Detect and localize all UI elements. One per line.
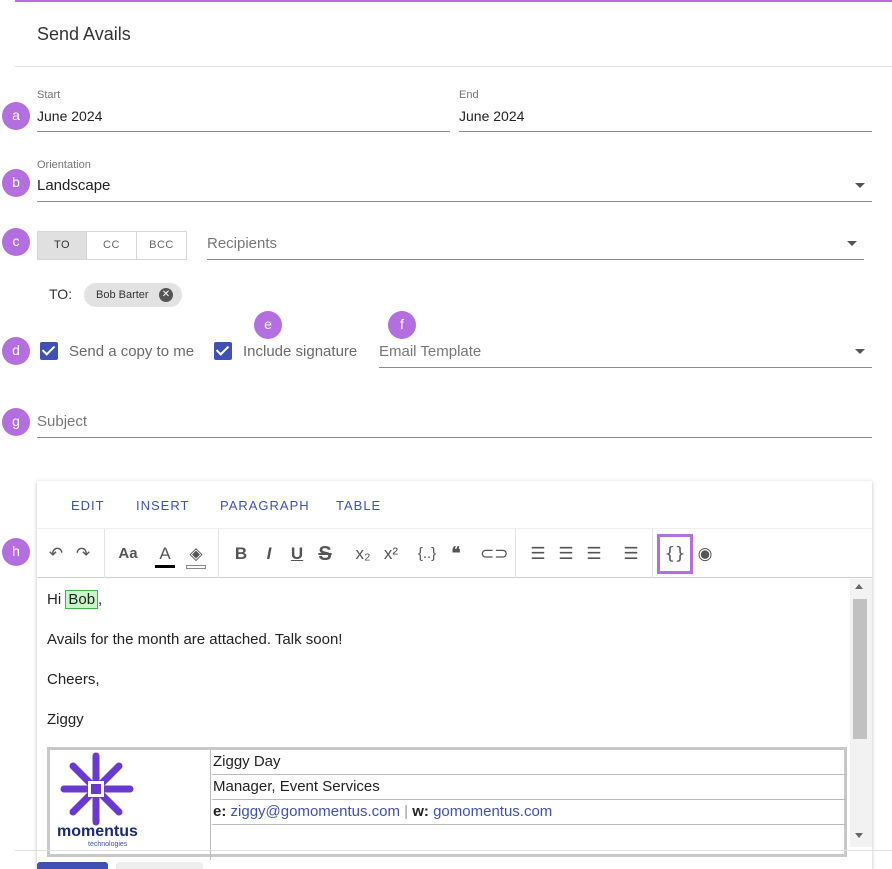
recipient-type-cc[interactable]: CC xyxy=(86,231,137,260)
scroll-down-icon[interactable] xyxy=(855,833,863,838)
font-size-icon[interactable]: Aa xyxy=(115,541,141,567)
signature-title: Manager, Event Services xyxy=(212,775,847,800)
superscript-icon[interactable]: x² xyxy=(379,541,403,567)
cancel-button[interactable] xyxy=(116,862,203,869)
editor-toolbar: ↶ ↷ Aa A ◈ B I U S x₂ x² {..} ❝ ⊂⊃ ☰ ☰ ☰… xyxy=(37,528,872,578)
code-block-icon[interactable]: {..} xyxy=(413,541,441,567)
orientation-underline xyxy=(37,201,872,202)
include-signature-checkbox[interactable] xyxy=(214,342,232,360)
marker-h: h xyxy=(2,538,30,566)
email-label: e: xyxy=(213,803,227,820)
underline-icon[interactable]: U xyxy=(287,541,307,567)
highlight-color-icon[interactable]: ◈ xyxy=(184,541,208,569)
marker-a: a xyxy=(2,102,30,130)
end-underline xyxy=(459,131,872,132)
align-right-icon[interactable]: ☰ xyxy=(583,541,605,567)
recipient-chip: Bob Barter ✕ xyxy=(84,283,182,307)
recipient-chip-label: Bob Barter xyxy=(96,289,149,301)
orientation-dropdown-icon[interactable] xyxy=(855,183,865,188)
to-label: TO: xyxy=(49,286,73,302)
body-line-4: Ziggy xyxy=(47,711,84,728)
send-button[interactable] xyxy=(37,862,108,869)
rich-text-editor: EDIT INSERT PARAGRAPH TABLE ↶ ↷ Aa A ◈ B… xyxy=(37,481,872,869)
redo-icon[interactable]: ↷ xyxy=(72,541,94,567)
blockquote-icon[interactable]: ❝ xyxy=(445,541,467,567)
toolbar-divider xyxy=(104,529,105,578)
start-value[interactable]: June 2024 xyxy=(37,108,102,124)
logo-subtext: technologies xyxy=(88,841,128,848)
menu-insert[interactable]: INSERT xyxy=(136,498,189,513)
editor-scrollbar-thumb[interactable] xyxy=(853,599,867,739)
scroll-up-icon[interactable] xyxy=(855,584,863,589)
strikethrough-icon[interactable]: S xyxy=(313,541,337,567)
recipients-underline xyxy=(207,259,864,260)
email-template-underline xyxy=(379,367,872,368)
recipients-input[interactable]: Recipients xyxy=(207,235,277,252)
title-divider xyxy=(15,66,892,67)
marker-c: c xyxy=(2,228,30,256)
greeting-suffix: , xyxy=(98,591,103,608)
italic-icon[interactable]: I xyxy=(259,541,279,567)
logo-wordmark: momentus xyxy=(57,823,138,840)
marker-f: f xyxy=(388,311,416,339)
body-line-2: Avails for the month are attached. Talk … xyxy=(47,631,343,648)
end-label: End xyxy=(459,89,479,101)
orientation-select[interactable]: Landscape xyxy=(37,177,110,194)
menu-table[interactable]: TABLE xyxy=(336,498,381,513)
signature-name: Ziggy Day xyxy=(212,750,847,775)
contact-divider: | xyxy=(404,803,409,820)
signature-contact: e: ziggy@gomomentus.com | w: gomomentus.… xyxy=(212,800,847,825)
web-link[interactable]: gomomentus.com xyxy=(433,803,552,820)
subject-input[interactable]: Subject xyxy=(37,413,87,430)
recipient-type-bcc[interactable]: BCC xyxy=(136,231,187,260)
text-color-icon[interactable]: A xyxy=(153,541,177,568)
menu-paragraph[interactable]: PARAGRAPH xyxy=(220,498,310,513)
body-line-3: Cheers, xyxy=(47,671,100,688)
align-center-icon[interactable]: ☰ xyxy=(555,541,577,567)
toolbar-divider xyxy=(515,529,516,578)
greeting-prefix: Hi xyxy=(47,591,66,608)
merge-field-icon[interactable]: {} xyxy=(663,541,687,567)
start-label: Start xyxy=(37,89,61,101)
align-left-icon[interactable]: ☰ xyxy=(527,541,549,567)
start-underline xyxy=(37,131,450,132)
momentus-logo: momentus technologies xyxy=(50,750,211,860)
subscript-icon[interactable]: x₂ xyxy=(351,541,375,567)
bold-icon[interactable]: B xyxy=(231,541,251,567)
marker-e: e xyxy=(254,311,282,339)
greeting-line: Hi Bob, xyxy=(47,590,103,609)
marker-b: b xyxy=(2,169,30,197)
remove-chip-icon[interactable]: ✕ xyxy=(159,288,173,302)
editor-menubar: EDIT INSERT PARAGRAPH TABLE xyxy=(37,481,872,528)
send-copy-checkbox[interactable] xyxy=(40,342,58,360)
marker-d: d xyxy=(2,337,30,365)
toolbar-divider xyxy=(652,529,653,578)
recipient-type-to[interactable]: TO xyxy=(37,231,87,260)
email-template-select[interactable]: Email Template xyxy=(379,343,481,360)
signature-table: momentus technologies Ziggy Day Manager,… xyxy=(47,747,847,860)
web-label: w: xyxy=(412,803,429,820)
recipients-dropdown-icon[interactable] xyxy=(847,241,857,246)
toolbar-divider xyxy=(218,529,219,578)
email-template-dropdown-icon[interactable] xyxy=(855,349,865,354)
orientation-label: Orientation xyxy=(37,159,91,171)
send-copy-label: Send a copy to me xyxy=(69,343,195,360)
email-link[interactable]: ziggy@gomomentus.com xyxy=(231,803,400,820)
merge-field-name[interactable]: Bob xyxy=(65,590,99,609)
undo-icon[interactable]: ↶ xyxy=(45,541,67,567)
top-accent-line xyxy=(15,0,892,2)
subject-underline xyxy=(37,437,872,438)
preview-icon[interactable]: ◉ xyxy=(693,541,717,567)
footer-divider xyxy=(15,850,892,851)
link-icon[interactable]: ⊂⊃ xyxy=(480,541,509,567)
menu-edit[interactable]: EDIT xyxy=(71,498,105,513)
marker-g: g xyxy=(2,408,30,436)
justify-icon[interactable]: ☰ xyxy=(620,541,642,567)
include-signature-label: Include signature xyxy=(243,343,358,360)
end-value[interactable]: June 2024 xyxy=(459,108,524,124)
editor-content[interactable]: Hi Bob, Avails for the month are attache… xyxy=(37,579,872,869)
dialog-title: Send Avails xyxy=(37,24,131,44)
momentus-logo-mark xyxy=(60,752,134,826)
